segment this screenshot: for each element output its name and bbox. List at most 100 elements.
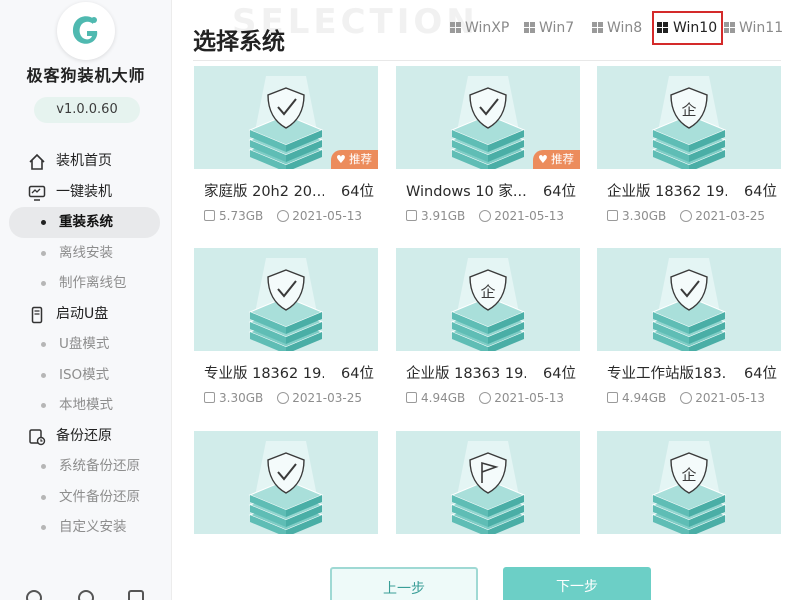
system-date: 2021-03-25: [695, 209, 765, 223]
sidebar-item-make-offline-package[interactable]: 制作离线包: [0, 268, 172, 299]
sidebar-item-offline-install[interactable]: 离线安装: [0, 238, 172, 269]
system-bits: 64位: [341, 366, 374, 382]
system-date: 2021-03-25: [292, 391, 362, 405]
windows-icon: [524, 22, 536, 34]
system-size: 3.30GB: [219, 391, 264, 405]
sidebar-item-boot-usb[interactable]: 启动U盘: [0, 299, 172, 330]
system-bits: 64位: [744, 184, 777, 200]
system-bits: 64位: [543, 184, 576, 200]
recommend-badge: ♥ 推荐: [331, 150, 378, 169]
system-meta: 3.30GB 2021-03-25: [607, 209, 787, 223]
system-name: 专业工作站版183...: [607, 366, 727, 382]
clock-icon: [680, 210, 693, 222]
prev-step-button[interactable]: 上一步: [330, 567, 478, 600]
disk-icon: [204, 210, 215, 221]
sidebar-item-label: 备份还原: [56, 427, 112, 444]
fullscreen-icon[interactable]: [128, 590, 144, 600]
tab-win11[interactable]: Win11: [722, 11, 783, 45]
system-meta: 3.91GB 2021-05-13: [406, 209, 586, 223]
clock-icon: [277, 392, 290, 404]
windows-icon: [450, 22, 462, 34]
system-thumbnail: 企: [396, 248, 580, 351]
tab-win8[interactable]: Win8: [590, 11, 642, 45]
heart-icon: ♥: [336, 153, 346, 166]
system-box-illustration: [248, 441, 324, 534]
recommend-badge: ♥ 推荐: [533, 150, 580, 169]
usb-icon: [31, 306, 43, 323]
sidebar-item-backup-restore[interactable]: 备份还原: [0, 421, 172, 452]
system-name: 企业版 18362 19...: [607, 184, 727, 200]
sidebar: 极客狗装机大师 v1.0.0.60 装机首页 一键装机 重装系统 离线安装 制作…: [0, 0, 172, 600]
system-date: 2021-05-13: [494, 209, 564, 223]
badge-label: 推荐: [551, 152, 574, 166]
sidebar-nav: 装机首页 一键装机 重装系统 离线安装 制作离线包 启动U盘 U盘模式 ISO模…: [0, 146, 172, 543]
sidebar-footer-icons: [20, 584, 152, 600]
sidebar-item-home[interactable]: 装机首页: [0, 146, 172, 177]
sidebar-item-label: 一键装机: [56, 183, 112, 200]
sidebar-item-label: U盘模式: [59, 336, 110, 352]
clock-icon: [277, 210, 290, 222]
system-meta: 4.94GB 2021-05-13: [607, 391, 787, 405]
os-tabs: WinXP Win7 Win8 Win10 Win11: [446, 11, 796, 47]
system-card[interactable]: 专业版 18362 19... 64位 3.30GB 2021-03-25: [194, 248, 378, 412]
disk-icon: [406, 210, 417, 221]
app-name: 极客狗装机大师: [26, 66, 146, 85]
system-size: 4.94GB: [421, 391, 466, 405]
tab-win10[interactable]: Win10: [652, 11, 724, 45]
system-card[interactable]: ♥ 推荐 Windows 10 家... 64位 3.91GB 2021-05-13: [396, 66, 580, 230]
system-name: 家庭版 20h2 20...: [204, 184, 324, 200]
system-thumbnail: [597, 248, 781, 351]
tab-label: Win7: [539, 20, 575, 36]
sidebar-item-system-backup-restore[interactable]: 系统备份还原: [0, 451, 172, 482]
system-box-illustration: [248, 258, 324, 351]
system-size: 3.30GB: [622, 209, 667, 223]
system-box-illustration: 企: [651, 76, 727, 169]
title-divider: [193, 60, 781, 61]
settings-icon[interactable]: [78, 590, 94, 600]
system-bits: 64位: [543, 366, 576, 382]
user-icon[interactable]: [26, 590, 42, 600]
bullet-dot: [41, 250, 46, 256]
next-step-button[interactable]: 下一步: [503, 567, 651, 600]
system-bits: 64位: [744, 366, 777, 382]
system-thumbnail: 企: [597, 66, 781, 169]
bullet-dot: [41, 494, 46, 500]
system-date: 2021-05-13: [695, 391, 765, 405]
system-card[interactable]: 企 企业版 18362 19... 64位 3.30GB 2021-03-25: [597, 66, 781, 230]
system-size: 3.91GB: [421, 209, 466, 223]
sidebar-item-label: 系统备份还原: [59, 458, 140, 474]
sidebar-item-label: 文件备份还原: [59, 488, 140, 505]
sidebar-item-custom-install[interactable]: 自定义安装: [0, 512, 172, 543]
heart-icon: ♥: [538, 153, 548, 166]
sidebar-item-usb-mode[interactable]: U盘模式: [0, 329, 172, 360]
backup-icon: [29, 428, 46, 445]
tab-win7[interactable]: Win7: [522, 11, 574, 45]
sidebar-item-label: ISO模式: [59, 366, 110, 383]
home-icon: [29, 153, 45, 170]
sidebar-item-one-click-install[interactable]: 一键装机: [0, 177, 172, 208]
bullet-dot: [41, 464, 46, 469]
system-name: 专业版 18362 19...: [204, 366, 324, 382]
sidebar-item-local-mode[interactable]: 本地模式: [0, 390, 172, 421]
sidebar-item-label: 离线安装: [59, 244, 113, 261]
system-box-illustration: [450, 441, 526, 534]
system-card[interactable]: 专业工作站版183... 64位 4.94GB 2021-05-13: [597, 248, 781, 412]
sidebar-item-label: 自定义安装: [59, 519, 127, 535]
tab-label: Win8: [607, 20, 643, 36]
system-date: 2021-05-13: [292, 209, 362, 223]
sidebar-item-file-backup-restore[interactable]: 文件备份还原: [0, 482, 172, 513]
system-thumbnail: [396, 431, 580, 534]
system-meta: 5.73GB 2021-05-13: [204, 209, 384, 223]
system-name: 企业版 18363 19...: [406, 366, 526, 382]
tab-winxp[interactable]: WinXP: [448, 11, 509, 45]
badge-label: 推荐: [349, 152, 372, 166]
sidebar-item-reinstall-system[interactable]: 重装系统: [9, 207, 160, 238]
svg-text:企: 企: [681, 101, 696, 119]
version-badge: v1.0.0.60: [34, 97, 140, 123]
system-thumbnail: [194, 248, 378, 351]
sidebar-item-iso-mode[interactable]: ISO模式: [0, 360, 172, 391]
system-card[interactable]: ♥ 推荐 家庭版 20h2 20... 64位 5.73GB 2021-05-13: [194, 66, 378, 230]
system-date: 2021-05-13: [494, 391, 564, 405]
system-card[interactable]: 企 企业版 18363 19... 64位 4.94GB 2021-05-13: [396, 248, 580, 412]
system-size: 4.94GB: [622, 391, 667, 405]
